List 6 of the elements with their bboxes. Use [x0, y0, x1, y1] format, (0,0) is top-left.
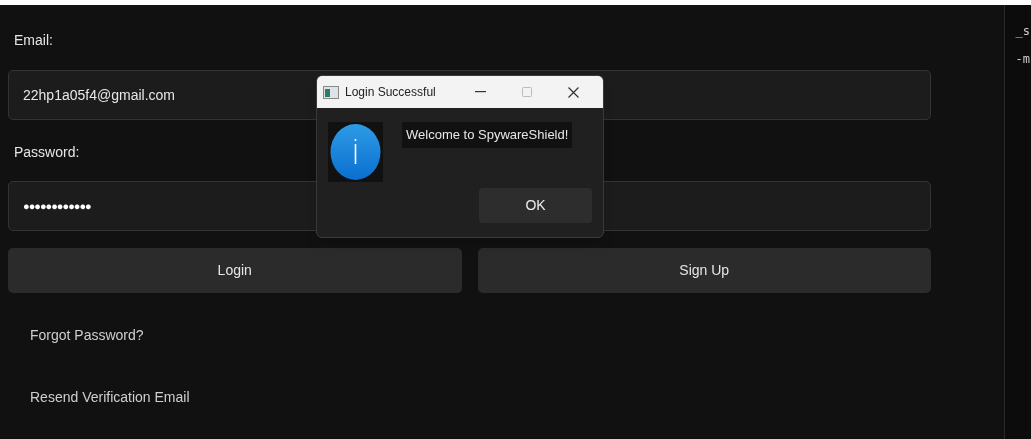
email-label: Email: [13, 31, 54, 50]
terminal-text: _s [1015, 23, 1030, 39]
dialog-message: Welcome to SpywareShield! [402, 122, 573, 148]
terminal-text: -m [1015, 51, 1030, 67]
dialog-title: Login Successful [345, 84, 436, 101]
password-label: Password: [13, 143, 81, 162]
